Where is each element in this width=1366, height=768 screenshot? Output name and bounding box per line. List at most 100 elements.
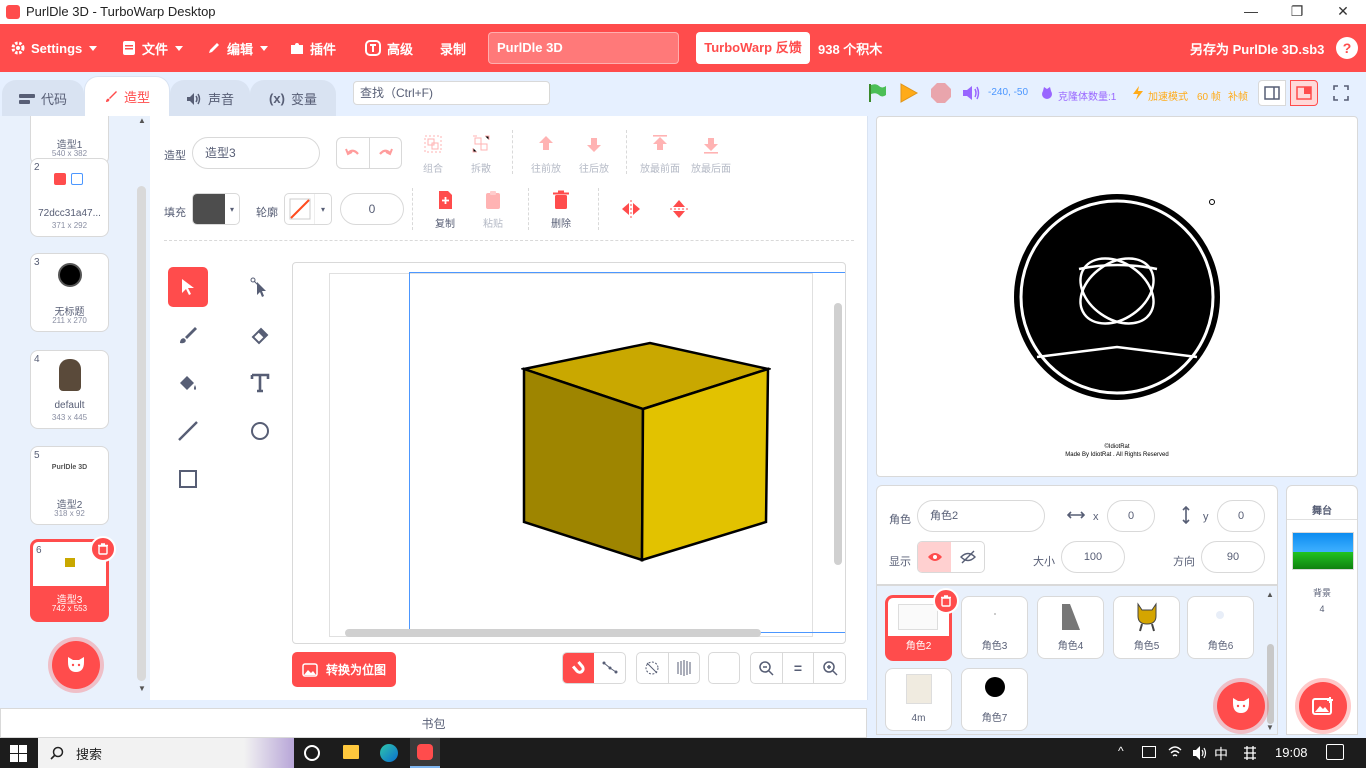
x-input[interactable]: 0 <box>1107 500 1155 532</box>
fill-tool[interactable] <box>168 363 208 403</box>
sprite-tile[interactable]: 角色5 <box>1113 596 1180 659</box>
add-backdrop-button[interactable] <box>1299 682 1347 730</box>
select-tool[interactable] <box>168 267 208 307</box>
addons-menu[interactable]: 插件 <box>289 24 336 72</box>
scroll-down-arrow[interactable]: ▼ <box>1266 723 1274 732</box>
small-stage-button[interactable] <box>1258 80 1286 106</box>
fill-color-picker[interactable]: ▾ <box>192 193 240 225</box>
costume-item[interactable]: 5 PurlDle 3D 造型2 318 x 92 <box>30 446 109 525</box>
snap-points-button[interactable] <box>594 653 625 683</box>
green-flag-icon[interactable] <box>866 82 888 104</box>
edit-menu[interactable]: 编辑 <box>206 24 269 72</box>
tab-variables[interactable]: (x) 变量 <box>250 80 336 116</box>
line-tool[interactable] <box>168 411 208 451</box>
sprite-tile[interactable]: 角色4 <box>1037 596 1104 659</box>
zoom-in-button[interactable] <box>814 653 845 683</box>
scroll-down-arrow[interactable]: ▼ <box>138 684 146 693</box>
scroll-up-arrow[interactable]: ▲ <box>1266 590 1274 599</box>
notifications-icon[interactable] <box>1326 744 1344 760</box>
front-button[interactable]: 放最前面 <box>636 134 684 175</box>
eraser-tool[interactable] <box>240 315 280 355</box>
battery-icon[interactable] <box>1142 746 1156 758</box>
save-as-button[interactable]: 另存为 PurlDle 3D.sb3 <box>1190 24 1324 72</box>
tab-costumes[interactable]: 造型 <box>84 76 170 116</box>
cube-shape[interactable] <box>521 341 771 563</box>
sprite-name-input[interactable]: 角色2 <box>917 500 1045 532</box>
task-view-icon[interactable] <box>304 745 320 761</box>
sprite-tile[interactable]: 角色6 <box>1187 596 1254 659</box>
stage-canvas[interactable]: ©IdiotRat Made By IdiotRat . All Rights … <box>876 116 1358 477</box>
outline-color-picker[interactable]: ▾ <box>284 193 332 225</box>
back-button[interactable]: 放最后面 <box>686 134 736 175</box>
file-explorer-icon[interactable] <box>343 745 359 759</box>
backward-button[interactable]: 往后放 <box>574 134 614 175</box>
snap-button[interactable] <box>563 653 594 683</box>
windows-start-icon[interactable] <box>10 745 27 762</box>
file-menu[interactable]: 文件 <box>121 24 184 72</box>
delete-sprite-button[interactable] <box>933 588 959 614</box>
paste-button[interactable]: 粘贴 <box>478 190 508 230</box>
backpack-header[interactable]: 书包 <box>0 708 867 738</box>
minimize-button[interactable]: — <box>1228 0 1274 24</box>
redo-button[interactable] <box>370 138 402 168</box>
dark-mode-button[interactable] <box>708 652 740 684</box>
record-menu[interactable]: 录制 <box>440 24 466 72</box>
large-stage-button[interactable] <box>1290 80 1318 106</box>
antialias-button[interactable] <box>637 653 669 683</box>
costume-name-input[interactable]: 造型3 <box>192 137 320 169</box>
ungroup-button[interactable]: 拆散 <box>466 134 496 175</box>
copy-button[interactable]: 复制 <box>430 190 460 230</box>
canvas-vertical-scrollbar[interactable] <box>834 303 842 565</box>
volume-icon[interactable] <box>1192 745 1208 761</box>
brush-tool[interactable] <box>168 315 208 355</box>
clock[interactable]: 19:08 <box>1275 745 1308 760</box>
zoom-out-button[interactable] <box>751 653 783 683</box>
edge-browser-icon[interactable] <box>380 744 398 762</box>
convert-to-bitmap-button[interactable]: 转换为位图 <box>292 652 396 687</box>
hide-button[interactable] <box>951 542 984 572</box>
flip-vertical-button[interactable] <box>668 198 690 220</box>
guides-button[interactable] <box>669 653 700 683</box>
canvas-horizontal-scrollbar[interactable] <box>345 629 761 637</box>
tab-sounds[interactable]: 声音 <box>170 80 250 116</box>
costume-item[interactable]: 4 default 343 x 445 <box>30 350 109 429</box>
costume-item[interactable]: 3 无标题 211 x 270 <box>30 253 109 332</box>
forward-button[interactable]: 往前放 <box>526 134 566 175</box>
scroll-up-arrow[interactable]: ▲ <box>138 116 146 125</box>
undo-button[interactable] <box>337 138 370 168</box>
help-icon[interactable]: ? <box>1336 37 1358 59</box>
search-input[interactable]: 查找（Ctrl+F) <box>353 81 550 105</box>
outline-width-input[interactable]: 0 <box>340 193 404 225</box>
wifi-icon[interactable] <box>1168 744 1182 760</box>
fullscreen-button[interactable] <box>1326 80 1356 106</box>
tray-chevron-icon[interactable]: ^ <box>1118 744 1124 758</box>
y-input[interactable]: 0 <box>1217 500 1265 532</box>
rectangle-tool[interactable] <box>168 459 208 499</box>
delete-button[interactable]: 删除 <box>546 190 576 230</box>
sprite-list-scrollbar[interactable] <box>1267 644 1274 724</box>
taskbar-search-box[interactable]: 搜索 <box>38 738 294 768</box>
volume-icon[interactable] <box>962 84 982 102</box>
project-title-input[interactable]: PurlDle 3D <box>488 32 679 64</box>
add-sprite-button[interactable] <box>1217 682 1265 730</box>
group-button[interactable]: 组合 <box>418 134 448 175</box>
stop-icon[interactable] <box>930 82 952 104</box>
costume-item[interactable]: 2 72dcc31a47... 371 x 292 <box>30 158 109 237</box>
direction-input[interactable]: 90 <box>1201 541 1265 573</box>
stage-selector-panel[interactable]: 舞台 背景 4 <box>1286 485 1358 735</box>
maximize-button[interactable]: ❐ <box>1274 0 1320 24</box>
feedback-button[interactable]: TurboWarp 反馈 <box>696 32 810 64</box>
settings-menu[interactable]: Settings <box>10 24 98 72</box>
sprite-tile[interactable]: 角色7 <box>961 668 1028 731</box>
close-button[interactable]: ✕ <box>1320 0 1366 24</box>
ime-indicator[interactable]: 中 <box>1214 744 1228 764</box>
circle-tool[interactable] <box>240 411 280 451</box>
flip-horizontal-button[interactable] <box>620 198 642 220</box>
costume-list-scrollbar[interactable] <box>137 186 146 681</box>
sprite-tile[interactable]: 角色3 <box>961 596 1028 659</box>
sprite-tile[interactable]: 4m <box>885 668 952 731</box>
play-icon[interactable] <box>898 82 920 104</box>
delete-costume-button[interactable] <box>90 536 116 562</box>
ime-mode-icon[interactable] <box>1242 745 1258 761</box>
show-button[interactable] <box>918 542 951 572</box>
